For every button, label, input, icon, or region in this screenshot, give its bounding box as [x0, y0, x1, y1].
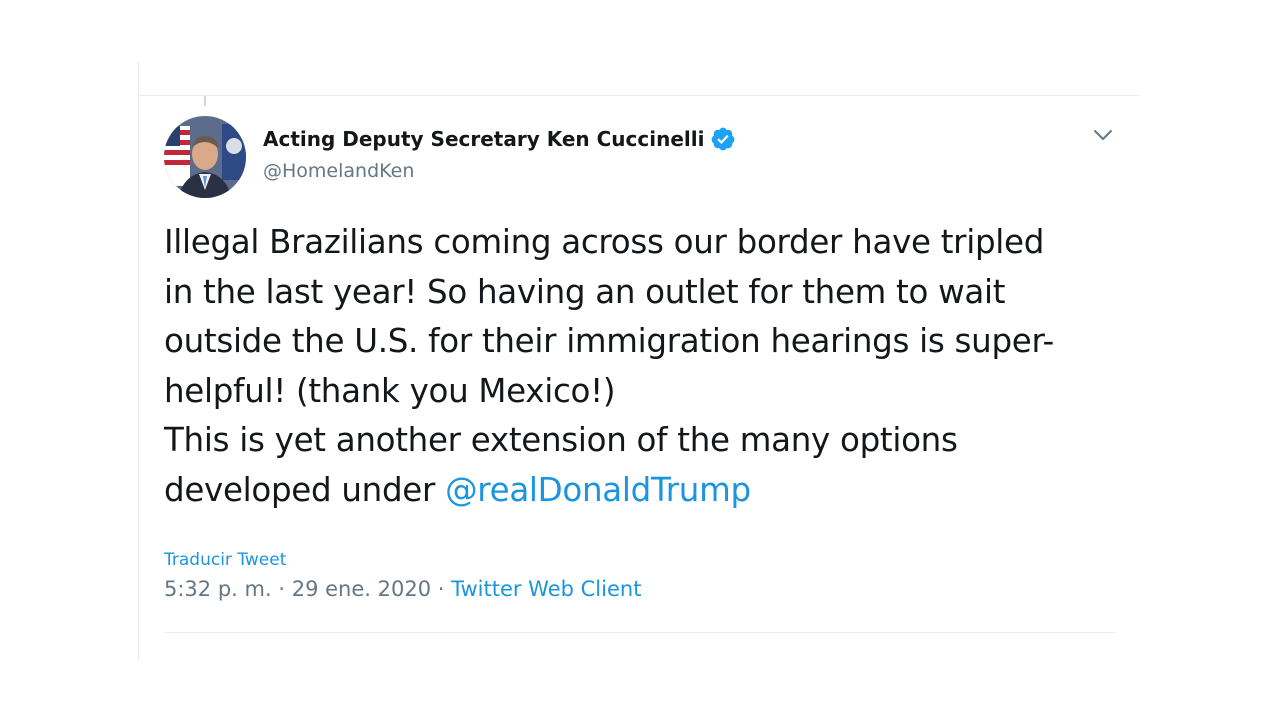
- mention-link[interactable]: @realDonaldTrump: [445, 471, 751, 509]
- tweet-source-link[interactable]: Twitter Web Client: [451, 577, 641, 601]
- tweet-text-line: outside the U.S. for their immigration h…: [164, 322, 1054, 360]
- frame-top-border: [138, 95, 1140, 96]
- meta-separator: ·: [278, 577, 286, 601]
- tweet-text-line: This is yet another extension of the man…: [164, 421, 958, 459]
- tweet-divider: [164, 632, 1116, 633]
- tweet-metadata: 5:32 p. m. · 29 ene. 2020 · Twitter Web …: [164, 577, 641, 601]
- meta-separator: ·: [437, 577, 445, 601]
- tweet-text-line-last: developed under @realDonaldTrump: [164, 466, 1124, 516]
- tweet-date[interactable]: 29 ene. 2020: [292, 577, 431, 601]
- avatar-image: [164, 116, 246, 198]
- avatar[interactable]: [164, 116, 246, 198]
- translate-tweet-link[interactable]: Traducir Tweet: [164, 550, 286, 570]
- author-name[interactable]: Acting Deputy Secretary Ken Cuccinelli: [263, 126, 736, 152]
- verified-badge-icon: [712, 127, 735, 151]
- author-name-text[interactable]: Acting Deputy Secretary Ken Cuccinelli: [263, 127, 704, 151]
- tweet-text-line: helpful! (thank you Mexico!): [164, 371, 616, 410]
- tweet-text: Illegal Brazilians coming across our bor…: [164, 218, 1124, 515]
- tweet-text-line: Illegal Brazilians coming across our bor…: [164, 223, 1045, 261]
- chevron-down-icon[interactable]: [1092, 126, 1114, 144]
- tweet-text-prefix: developed under: [164, 470, 446, 509]
- thread-connector: [204, 96, 206, 106]
- author-handle[interactable]: @HomelandKen: [263, 160, 414, 182]
- tweet-text-line: in the last year! So having an outlet fo…: [164, 272, 1006, 311]
- frame-left-border: [138, 62, 139, 660]
- tweet-time[interactable]: 5:32 p. m.: [164, 577, 272, 601]
